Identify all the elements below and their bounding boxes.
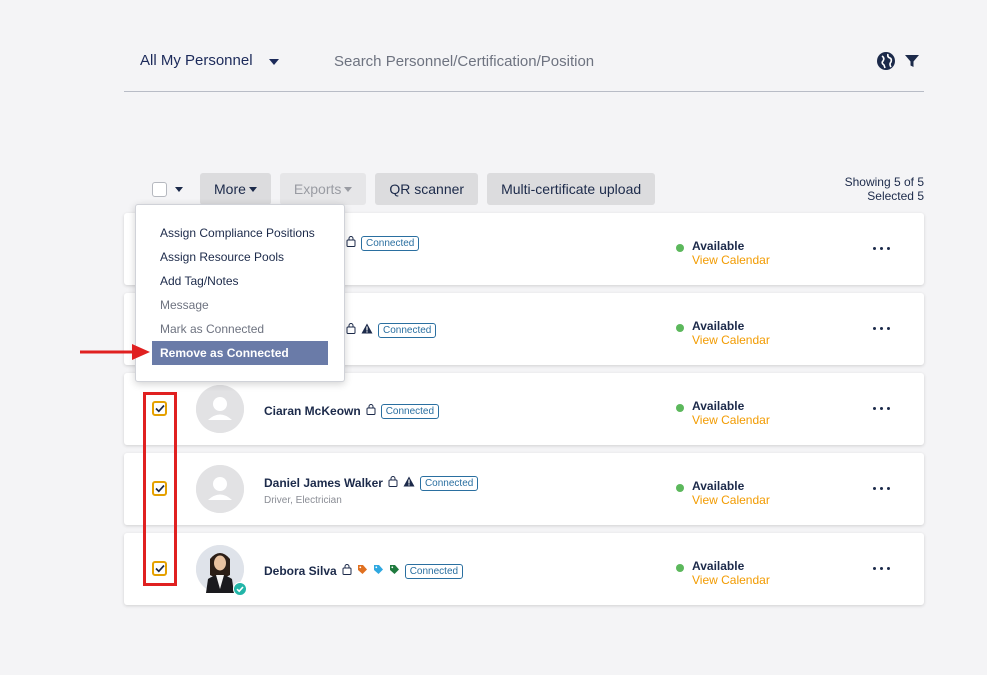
view-calendar-link[interactable]: View Calendar (692, 253, 770, 267)
exports-button[interactable]: Exports (279, 173, 367, 205)
menu-item-remove-as-connected[interactable]: Remove as Connected (152, 341, 328, 365)
avatar (196, 465, 244, 513)
more-options-icon[interactable] (873, 407, 890, 410)
more-dropdown-menu: Assign Compliance Positions Assign Resou… (135, 204, 345, 382)
personnel-name[interactable]: Daniel James Walker (264, 476, 383, 490)
annotation-arrow-icon (80, 343, 152, 366)
status-text: Available (692, 479, 745, 493)
more-options-icon[interactable] (873, 487, 890, 490)
multi-certificate-upload-button[interactable]: Multi-certificate upload (487, 173, 656, 205)
showing-count: Showing 5 of 5 (844, 175, 924, 189)
warning-icon (361, 321, 373, 339)
status-text: Available (692, 239, 745, 253)
exports-button-label: Exports (293, 181, 342, 197)
top-bar: All My Personnel (124, 40, 924, 92)
table-row[interactable]: Debora Silva Connected Available View Ca… (124, 533, 924, 605)
avatar-photo (196, 545, 247, 596)
bulk-toolbar: More Exports QR scanner Multi-certificat… (152, 173, 664, 205)
chevron-down-icon[interactable] (175, 186, 183, 192)
more-options-icon[interactable] (873, 567, 890, 570)
status-dot (676, 404, 684, 412)
menu-item-add-tag-notes[interactable]: Add Tag/Notes (152, 269, 328, 293)
connected-badge: Connected (380, 403, 440, 419)
menu-item-assign-resource-pools[interactable]: Assign Resource Pools (152, 245, 328, 269)
status-dot (676, 564, 684, 572)
more-button[interactable]: More (200, 173, 271, 205)
status-dot (676, 244, 684, 252)
globe-icon[interactable] (876, 51, 896, 76)
more-button-label: More (214, 181, 246, 197)
connected-badge: Connected (419, 475, 479, 491)
caret-down-icon (344, 186, 353, 192)
status-dot (676, 484, 684, 492)
menu-item-assign-compliance-positions[interactable]: Assign Compliance Positions (152, 221, 328, 245)
annotation-highlight-box (143, 392, 177, 586)
position-list: Driver, Electrician (264, 495, 342, 506)
status-dot (676, 324, 684, 332)
caret-down-icon (248, 186, 257, 192)
select-all-checkbox[interactable] (152, 181, 167, 197)
personnel-name[interactable]: Ciaran McKeown (264, 404, 361, 418)
filter-icon[interactable] (904, 53, 920, 74)
verified-icon (233, 582, 247, 601)
tag-green-icon (389, 562, 400, 580)
table-row[interactable]: Ciaran McKeown Connected Available View … (124, 373, 924, 445)
selected-count: Selected 5 (867, 189, 924, 203)
tag-blue-icon (373, 562, 384, 580)
lock-icon (346, 234, 356, 252)
tag-orange-icon (357, 562, 368, 580)
avatar (196, 385, 244, 433)
connected-badge: Connected (378, 322, 437, 338)
selection-counts: Showing 5 of 5 Selected 5 (845, 175, 924, 203)
view-calendar-link[interactable]: View Calendar (692, 333, 770, 347)
view-calendar-link[interactable]: View Calendar (692, 413, 770, 427)
chevron-down-icon (268, 58, 279, 65)
scope-label: All My Personnel (140, 52, 253, 69)
lock-icon (346, 321, 356, 339)
table-row[interactable]: Daniel James Walker Connected Driver, El… (124, 453, 924, 525)
view-calendar-link[interactable]: View Calendar (692, 573, 770, 587)
personnel-name[interactable]: Debora Silva (264, 564, 337, 578)
personnel-scope-dropdown[interactable]: All My Personnel (140, 52, 279, 69)
more-options-icon[interactable] (873, 327, 890, 330)
search-input[interactable] (334, 50, 854, 72)
menu-item-mark-as-connected[interactable]: Mark as Connected (152, 317, 328, 341)
lock-icon (342, 562, 352, 580)
connected-badge: Connected (404, 563, 464, 579)
more-options-icon[interactable] (873, 247, 890, 250)
lock-icon (388, 474, 398, 492)
status-text: Available (692, 399, 745, 413)
menu-item-message[interactable]: Message (152, 293, 328, 317)
qr-scanner-button[interactable]: QR scanner (375, 173, 479, 205)
connected-badge: Connected (361, 235, 420, 251)
view-calendar-link[interactable]: View Calendar (692, 493, 770, 507)
lock-icon (366, 402, 376, 420)
warning-icon (403, 474, 415, 492)
status-text: Available (692, 559, 745, 573)
status-text: Available (692, 319, 745, 333)
